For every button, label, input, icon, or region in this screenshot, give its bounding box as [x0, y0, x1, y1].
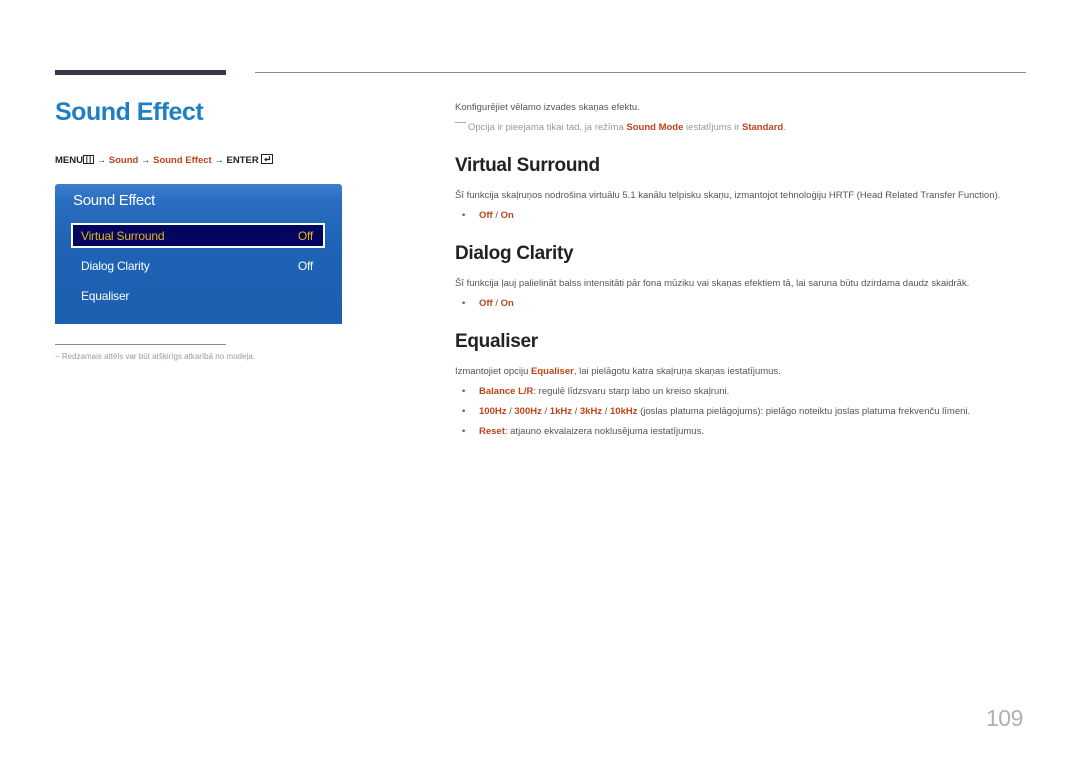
equaliser-term: Equaliser — [531, 366, 574, 377]
option-separator: / — [492, 210, 501, 221]
arrow: → — [140, 155, 151, 166]
note-standard: Standard — [742, 122, 784, 133]
bullet-icon: • — [462, 426, 466, 437]
availability-note: Opcija ir pieejama tikai tad, ja režīma … — [455, 122, 786, 133]
note-text: iestatījums ir — [683, 122, 743, 133]
option-off: Off — [479, 298, 493, 309]
menu-path: MENU → Sound → Sound Effect → ENTER — [55, 154, 274, 167]
reset-text: : atjauno ekvalaizera noklusējuma iestat… — [504, 426, 704, 437]
option-on: On — [500, 210, 514, 221]
bands-text: (joslas platuma pielāgojums): pielāgo no… — [637, 406, 971, 417]
reset-label: Reset — [479, 426, 505, 437]
band-10khz: 10kHz — [610, 406, 638, 417]
equaliser-desc-text: , lai pielāgotu katra skaļruņa skaņas ie… — [573, 366, 781, 377]
enter-icon — [261, 154, 274, 167]
band-separator: / — [602, 406, 610, 417]
band-separator: / — [541, 406, 550, 417]
menu-label: MENU — [55, 155, 83, 166]
header-rule-thick — [55, 70, 226, 75]
osd-title: Sound Effect — [73, 192, 156, 209]
option-on: On — [500, 298, 514, 309]
osd-item-label: Equaliser — [81, 289, 130, 303]
note-text: . — [783, 122, 786, 133]
band-3khz: 3kHz — [579, 406, 603, 417]
heading-dialog-clarity: Dialog Clarity — [455, 243, 574, 264]
osd-item-equaliser[interactable]: Equaliser — [71, 283, 325, 308]
band-separator: / — [571, 406, 580, 417]
option-separator: / — [492, 298, 501, 309]
bullet-icon: • — [462, 298, 466, 309]
page-number: 109 — [986, 705, 1023, 731]
header-rule-thin — [255, 72, 1026, 73]
intro-text: Konfigurējiet vēlamo izvades skaņas efek… — [455, 102, 640, 113]
heading-virtual-surround: Virtual Surround — [455, 155, 600, 176]
note-text: Opcija ir pieejama tikai tad, ja režīma — [468, 122, 627, 133]
osd-item-value: Off — [297, 229, 313, 243]
balance-text: : regulē līdzsvaru starp labo un kreiso … — [533, 386, 730, 397]
bullet-icon: • — [462, 210, 466, 221]
virtual-surround-description: Šī funkcija skaļruņos nodrošina virtuālu… — [455, 190, 1001, 201]
enter-label: ENTER — [226, 155, 259, 166]
footnote: − Redzamais attēls var būt atšķirīgs atk… — [55, 352, 255, 361]
page-title: Sound Effect — [55, 98, 204, 126]
osd-item-label: Dialog Clarity — [81, 259, 150, 273]
note-sound-mode: Sound Mode — [626, 122, 684, 133]
band-1khz: 1kHz — [549, 406, 572, 417]
equaliser-desc-text: Izmantojiet opciju — [455, 366, 532, 377]
menu-path-sound-effect: Sound Effect — [153, 155, 212, 166]
footnote-rule — [55, 344, 226, 345]
osd-item-label: Virtual Surround — [81, 229, 165, 243]
band-100hz: 100Hz — [479, 406, 507, 417]
menu-grid-icon — [82, 155, 94, 167]
menu-path-sound: Sound — [108, 155, 139, 166]
equaliser-description: Izmantojiet opciju Equaliser, lai pielāg… — [455, 366, 781, 377]
arrow: → — [96, 155, 107, 166]
heading-equaliser: Equaliser — [455, 331, 538, 352]
osd-item-virtual-surround[interactable]: Virtual Surround Off — [71, 223, 325, 248]
balance-label: Balance L/R — [479, 386, 534, 397]
band-300hz: 300Hz — [514, 406, 542, 417]
bullet-icon: • — [462, 406, 466, 417]
osd-item-value: Off — [297, 259, 313, 273]
dialog-clarity-description: Šī funkcija ļauj palielināt balss intens… — [455, 278, 970, 289]
option-off: Off — [479, 210, 493, 221]
bullet-icon: • — [462, 386, 466, 397]
arrow: → — [214, 155, 224, 166]
osd-item-dialog-clarity[interactable]: Dialog Clarity Off — [71, 253, 325, 278]
osd-menu-panel: Sound Effect Virtual Surround Off Dialog… — [55, 184, 342, 324]
note-dash-icon — [455, 122, 466, 123]
